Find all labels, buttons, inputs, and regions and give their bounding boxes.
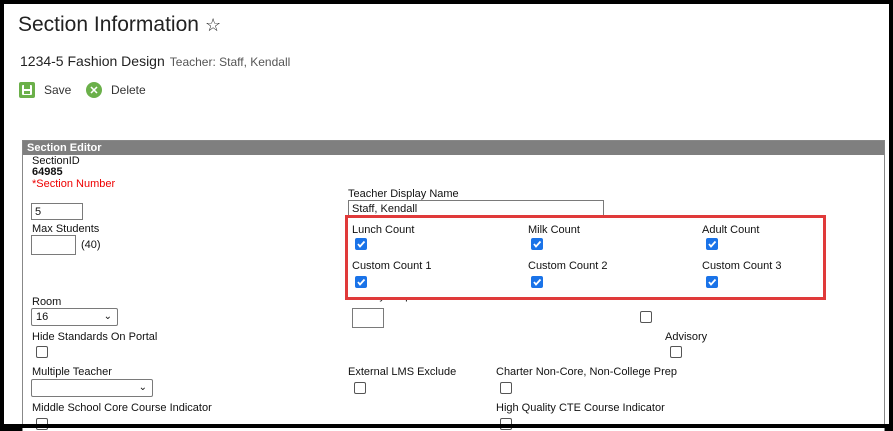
lunch-count-checkbox[interactable] [355, 238, 367, 250]
milk-count-checkbox[interactable] [531, 238, 543, 250]
custom-count-3-label: Custom Count 3 [702, 260, 782, 272]
delete-x-icon: ✕ [86, 82, 102, 98]
course-name: 1234-5 Fashion Design [20, 53, 165, 69]
multiple-teacher-label: Multiple Teacher [32, 366, 112, 378]
homeroom-checkbox[interactable] [640, 311, 652, 323]
multiple-teacher-select[interactable]: ⌄ [31, 379, 153, 397]
hide-standards-label: Hide Standards On Portal [32, 331, 158, 343]
section-number-label: *Section Number [32, 178, 116, 190]
custom-count-3-checkbox[interactable] [706, 276, 718, 288]
max-students-hint: (40) [81, 239, 101, 251]
star-icon[interactable]: ☆ [205, 15, 221, 35]
middle-school-label: Middle School Core Course Indicator [32, 402, 212, 414]
lunch-count-label: Lunch Count [352, 224, 415, 236]
custom-count-1-checkbox[interactable] [355, 276, 367, 288]
charter-label: Charter Non-Core, Non-College Prep [496, 366, 677, 378]
room-select[interactable]: 16 ⌄ [31, 308, 118, 326]
delete-label: Delete [111, 83, 146, 97]
custom-count-2-label: Custom Count 2 [528, 260, 608, 272]
max-students-input[interactable] [31, 235, 76, 255]
section-number-input[interactable]: 5 [31, 203, 83, 220]
external-lms-label: External LMS Exclude [348, 366, 457, 378]
save-button[interactable]: Save [19, 82, 71, 98]
page-title-text: Section Information [18, 13, 199, 36]
milk-count-label: Milk Count [528, 224, 580, 236]
high-quality-cte-label: High Quality CTE Course Indicator [496, 402, 665, 414]
window-border-right [889, 0, 893, 428]
chevron-down-icon: ⌄ [138, 382, 147, 393]
external-lms-checkbox[interactable] [354, 382, 366, 394]
section-editor-header: Section Editor [23, 141, 884, 155]
chevron-down-icon: ⌄ [103, 311, 112, 322]
advisory-checkbox[interactable] [670, 346, 682, 358]
window-border-bottom [0, 424, 893, 428]
teacher-name: Teacher: Staff, Kendall [169, 55, 291, 69]
section-id-value: 64985 [32, 166, 63, 178]
page-title: Section Information ☆ [18, 13, 221, 37]
advisory-label: Advisory [665, 331, 708, 343]
teacher-display-name-input[interactable]: Staff, Kendall [348, 200, 604, 217]
custom-count-1-label: Custom Count 1 [352, 260, 432, 272]
room-label: Room [32, 296, 62, 308]
section-subtitle: 1234-5 Fashion Design Teacher: Staff, Ken… [20, 53, 290, 69]
adult-count-label: Adult Count [702, 224, 760, 236]
skinny-seq-input[interactable] [352, 308, 384, 328]
adult-count-checkbox[interactable] [706, 238, 718, 250]
save-label: Save [44, 83, 72, 97]
room-select-value: 16 [36, 311, 49, 323]
delete-button[interactable]: ✕ Delete [86, 82, 146, 98]
max-students-label: Max Students [32, 223, 100, 235]
teacher-display-name-label: Teacher Display Name [348, 188, 459, 200]
hide-standards-checkbox[interactable] [36, 346, 48, 358]
custom-count-2-checkbox[interactable] [531, 276, 543, 288]
floppy-disk-icon [19, 82, 35, 98]
charter-checkbox[interactable] [500, 382, 512, 394]
